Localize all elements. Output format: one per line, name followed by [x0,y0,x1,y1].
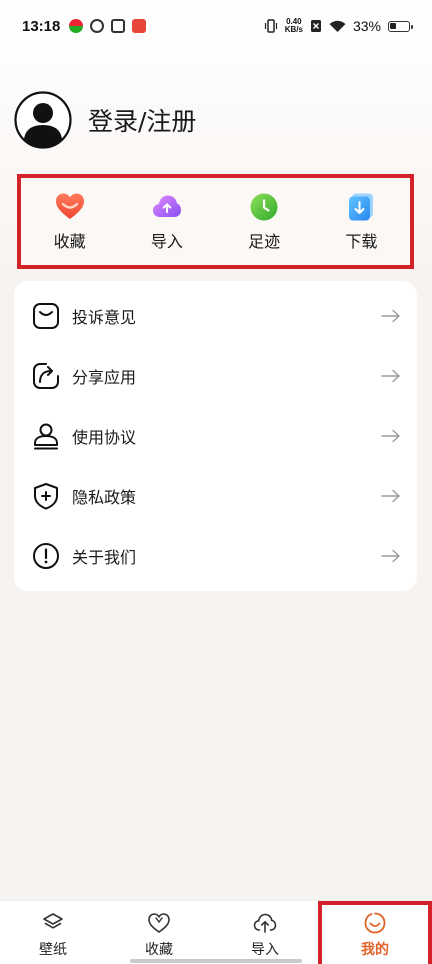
arrow-right-icon [381,369,400,383]
card-notification-icon [111,19,126,33]
user-agreement-icon [34,423,58,450]
avatar-icon[interactable] [14,91,72,149]
quick-action-label: 足迹 [248,231,281,251]
wifi-icon [329,20,346,32]
nav-tab-favorites[interactable]: 收藏 [106,901,212,964]
feedback-icon [33,303,59,329]
network-speed-unit: KB/s [284,25,303,34]
no-sim-icon [310,20,321,32]
battery-percent: 33% [352,18,381,34]
settings-menu: 投诉意见 分享应用 使用协议 隐私政策 关于我们 [14,281,417,591]
nav-tab-label: 壁纸 [39,942,67,958]
red-app-notification-icon [132,19,147,33]
menu-item-privacy-policy[interactable]: 隐私政策 [14,466,417,526]
nav-tab-import[interactable]: 导入 [212,901,318,964]
menu-item-label: 隐私政策 [72,488,137,507]
status-bar: 13:18 0.40 KB/s 33% [0,0,432,52]
nav-tab-wallpaper[interactable]: 壁纸 [0,901,106,964]
nav-tab-mine[interactable]: 我的 [318,901,432,964]
battery-level [390,22,396,29]
quick-actions: 收藏 导入 足迹 下载 [17,174,414,269]
privacy-shield-icon [34,483,58,510]
link-notification-icon [90,19,105,33]
download-icon [349,193,374,220]
share-icon [33,363,59,389]
menu-item-label: 分享应用 [72,368,137,387]
cloud-upload-outline-icon [253,913,277,933]
bottom-navigation: 壁纸 收藏 导入 我的 [0,900,432,964]
heart-favorite-icon [55,193,84,219]
menu-item-user-agreement[interactable]: 使用协议 [14,406,417,466]
nav-tab-label: 导入 [251,942,279,958]
nav-tab-label: 收藏 [145,942,173,958]
heart-outline-icon [148,913,170,933]
battery-icon [388,20,413,32]
arrow-right-icon [381,489,400,503]
nav-tab-label: 我的 [361,942,389,958]
quick-action-import[interactable]: 导入 [118,192,215,252]
arrow-right-icon [381,429,400,443]
arrow-right-icon [381,549,400,563]
quick-action-label: 收藏 [53,231,86,251]
quick-action-history[interactable]: 足迹 [216,192,313,252]
arrow-right-icon [381,309,400,323]
home-indicator [130,959,302,963]
menu-item-label: 关于我们 [72,548,137,567]
status-right: 0.40 KB/s 33% [264,18,413,34]
quick-action-label: 下载 [345,231,378,251]
menu-item-feedback[interactable]: 投诉意见 [14,286,417,346]
login-register-link[interactable]: 登录/注册 [88,102,196,138]
clock-history-icon [250,193,278,220]
app-notification-icon [69,19,84,33]
quick-action-label: 导入 [150,231,183,251]
layers-icon [43,913,63,929]
quick-action-favorites[interactable]: 收藏 [21,192,118,252]
status-left: 13:18 [22,17,147,35]
network-speed: 0.40 KB/s [285,18,303,34]
smile-face-icon [364,912,386,934]
status-time: 13:18 [22,17,61,35]
menu-item-label: 投诉意见 [72,308,137,327]
menu-item-share[interactable]: 分享应用 [14,346,417,406]
quick-action-downloads[interactable]: 下载 [313,192,410,252]
menu-item-about-us[interactable]: 关于我们 [14,526,417,586]
info-icon [33,543,59,569]
menu-item-label: 使用协议 [72,428,137,447]
vibrate-icon [264,19,277,33]
cloud-upload-icon [152,195,181,217]
profile-header[interactable]: 登录/注册 [14,91,196,149]
